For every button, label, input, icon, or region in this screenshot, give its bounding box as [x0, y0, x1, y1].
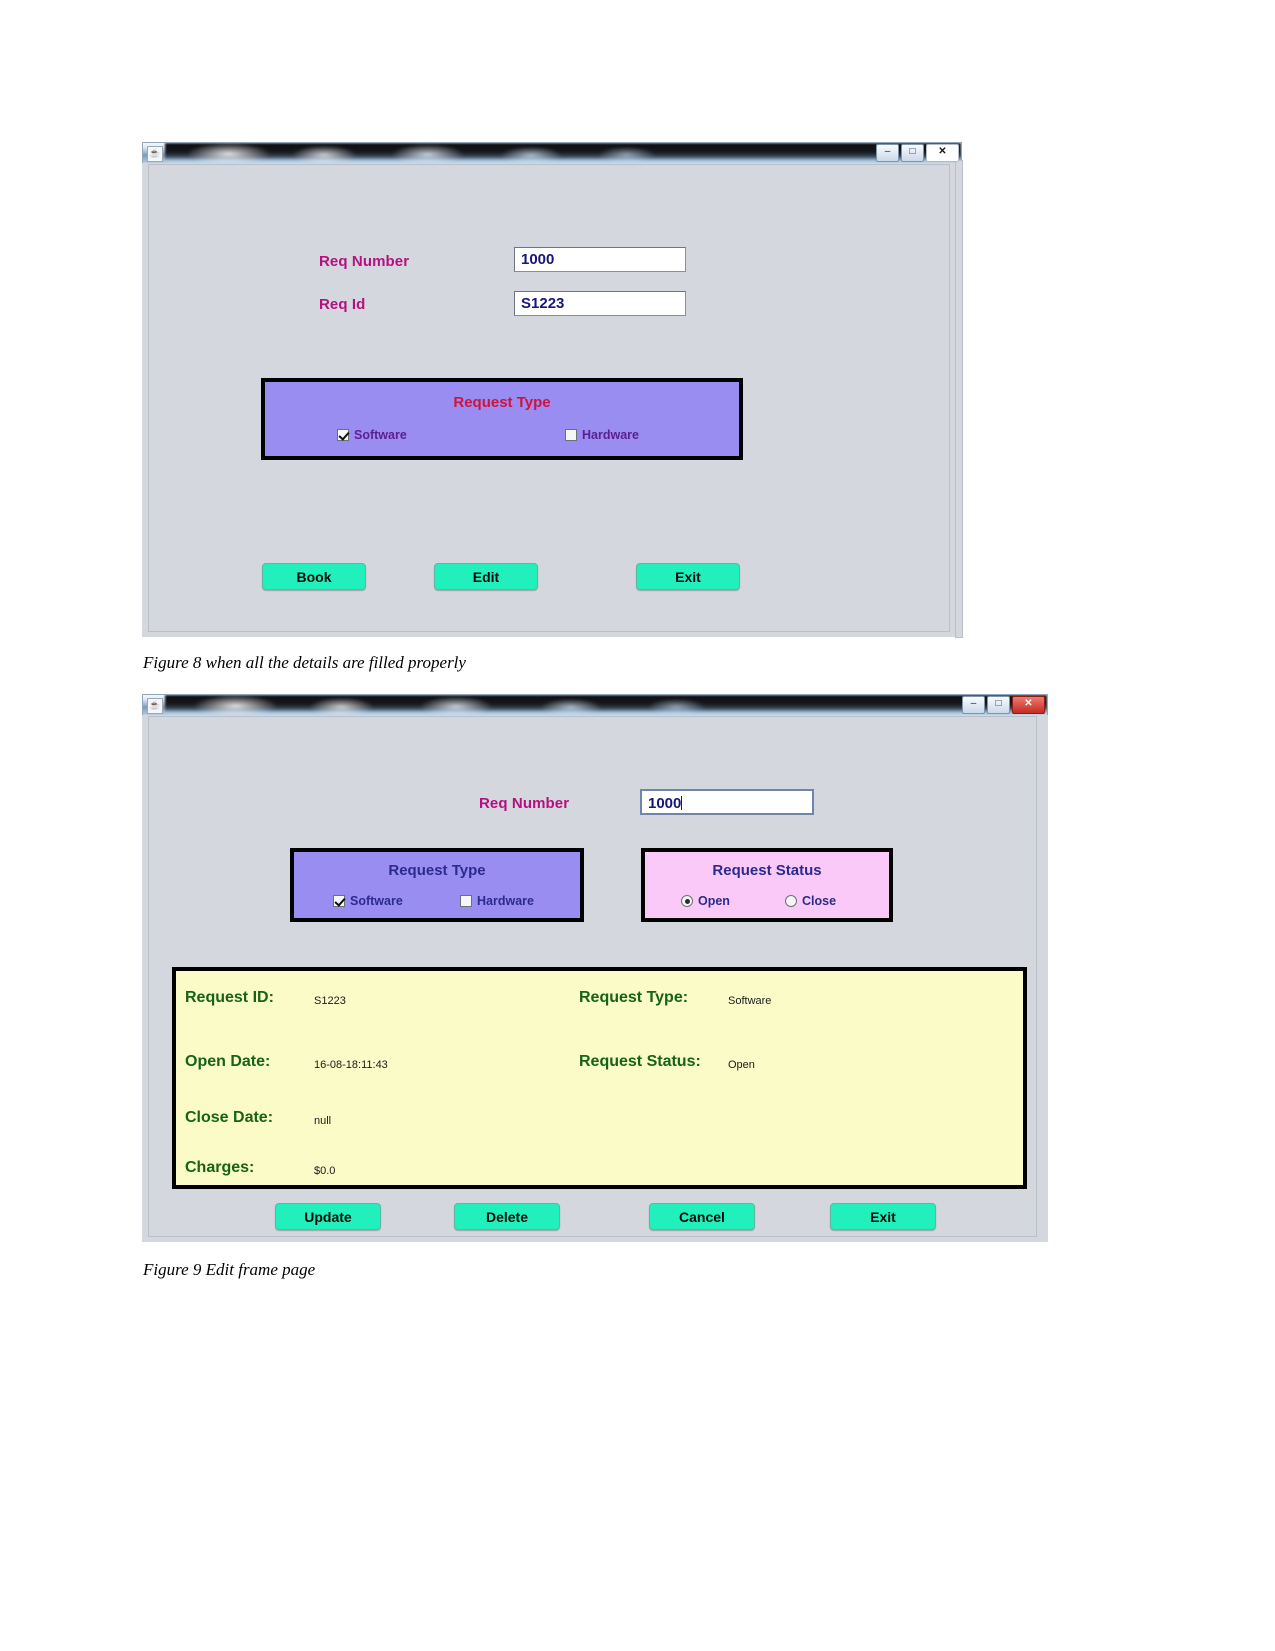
exit-button[interactable]: Exit	[830, 1203, 936, 1230]
request-type-panel: Request Type Software Hardware	[290, 848, 584, 922]
exit-button[interactable]: Exit	[636, 563, 740, 590]
open-date-label: Open Date:	[185, 1053, 271, 1070]
request-status-close-option[interactable]: Close	[785, 894, 836, 908]
req-number-input[interactable]: 1000	[640, 789, 814, 815]
hardware-label: Hardware	[477, 894, 534, 908]
edit-button[interactable]: Edit	[434, 563, 538, 590]
software-label: Software	[354, 428, 407, 442]
java-coffee-cup-icon: ☕	[147, 146, 163, 162]
checkbox-unchecked-icon[interactable]	[460, 895, 472, 907]
request-type-hardware-option[interactable]: Hardware	[565, 428, 639, 442]
checkbox-checked-icon[interactable]	[337, 429, 349, 441]
request-type-hardware-option[interactable]: Hardware	[460, 894, 534, 908]
request-type-software-option[interactable]: Software	[337, 428, 407, 442]
maximize-button[interactable]: □	[987, 696, 1010, 714]
text-caret	[681, 796, 683, 810]
figure8-caption-buttons: – □ ✕	[876, 144, 959, 162]
minimize-button[interactable]: –	[962, 696, 985, 714]
update-button[interactable]: Update	[275, 1203, 381, 1230]
cancel-button[interactable]: Cancel	[649, 1203, 755, 1230]
minimize-button[interactable]: –	[876, 144, 899, 162]
hardware-label: Hardware	[582, 428, 639, 442]
request-type-title: Request Type	[388, 862, 486, 879]
req-number-label: Req Number	[319, 253, 410, 270]
close-date-value: null	[314, 1115, 332, 1127]
figure9-caption-buttons: – □ ✕	[962, 696, 1045, 714]
charges-label: Charges:	[185, 1159, 255, 1176]
figure9-window: ☕ – □ ✕ Req Number 1000 Request Type Sof…	[142, 694, 1048, 1242]
req-number-value: 1000	[648, 795, 682, 812]
req-number-label: Req Number	[479, 795, 570, 812]
software-label: Software	[350, 894, 403, 908]
figure8-title-bar[interactable]: ☕ – □ ✕	[142, 142, 962, 163]
request-status-label: Request Status:	[579, 1053, 701, 1070]
figure8-window-edge-sliver	[955, 160, 963, 638]
figure8-window: ☕ – □ ✕ Req Number 1000 Req Id S1223 Req…	[142, 142, 962, 637]
close-button[interactable]: ✕	[1012, 696, 1045, 714]
close-label: Close	[802, 894, 837, 908]
checkbox-checked-icon[interactable]	[333, 895, 345, 907]
title-bar-smear	[165, 695, 1047, 715]
figure9-title-bar[interactable]: ☕ – □ ✕	[142, 694, 1048, 715]
figure9-client-area: Req Number 1000 Request Type Software Ha…	[148, 716, 1037, 1237]
title-bar-smear	[165, 143, 961, 163]
open-date-value: 16-08-18:11:43	[314, 1059, 388, 1071]
radio-unselected-icon[interactable]	[785, 895, 797, 907]
request-id-value: S1223	[314, 995, 346, 1007]
request-type-value: Software	[728, 995, 772, 1007]
request-type-panel: Request Type Software Hardware	[261, 378, 743, 460]
figure9-caption: Figure 9 Edit frame page	[143, 1260, 316, 1279]
request-type-label: Request Type:	[579, 989, 689, 1006]
req-id-input[interactable]: S1223	[514, 291, 686, 316]
maximize-button[interactable]: □	[901, 144, 924, 162]
request-type-software-option[interactable]: Software	[333, 894, 403, 908]
close-button[interactable]: ✕	[926, 144, 959, 162]
open-label: Open	[698, 894, 730, 908]
request-status-panel: Request Status Open Close	[641, 848, 893, 922]
request-type-title: Request Type	[453, 394, 551, 411]
figure8-client-area: Req Number 1000 Req Id S1223 Request Typ…	[148, 164, 950, 632]
req-number-input[interactable]: 1000	[514, 247, 686, 272]
charges-value: $0.0	[314, 1165, 336, 1177]
close-date-label: Close Date:	[185, 1109, 274, 1126]
request-id-label: Request ID:	[185, 989, 274, 1006]
figure8-caption: Figure 8 when all the details are filled…	[143, 653, 466, 672]
request-status-open-option[interactable]: Open	[681, 894, 730, 908]
checkbox-unchecked-icon[interactable]	[565, 429, 577, 441]
req-id-label: Req Id	[319, 296, 366, 313]
request-status-value: Open	[728, 1059, 755, 1071]
request-details-panel: Request ID: S1223 Request Type: Software…	[172, 967, 1027, 1189]
delete-button[interactable]: Delete	[454, 1203, 560, 1230]
java-coffee-cup-icon: ☕	[147, 698, 163, 714]
book-button[interactable]: Book	[262, 563, 366, 590]
request-status-title: Request Status	[712, 862, 822, 879]
radio-selected-icon[interactable]	[681, 895, 693, 907]
